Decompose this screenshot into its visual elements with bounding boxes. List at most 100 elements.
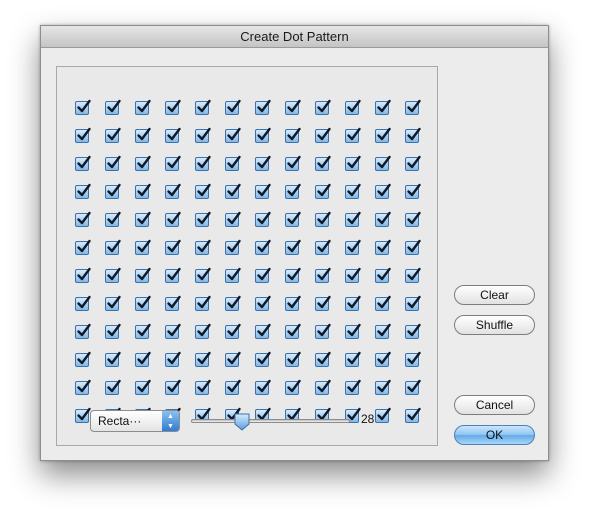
- dot-checkbox[interactable]: [315, 127, 331, 143]
- dot-checkbox[interactable]: [225, 295, 241, 311]
- dot-checkbox[interactable]: [345, 239, 361, 255]
- dot-checkbox[interactable]: [75, 323, 91, 339]
- dot-checkbox[interactable]: [255, 155, 271, 171]
- dot-checkbox[interactable]: [315, 351, 331, 367]
- dot-checkbox[interactable]: [165, 351, 181, 367]
- dot-checkbox[interactable]: [285, 379, 301, 395]
- dot-checkbox[interactable]: [105, 295, 121, 311]
- dot-checkbox[interactable]: [105, 99, 121, 115]
- dot-checkbox[interactable]: [165, 379, 181, 395]
- dot-checkbox[interactable]: [75, 407, 91, 423]
- dot-checkbox[interactable]: [195, 379, 211, 395]
- dot-checkbox[interactable]: [195, 323, 211, 339]
- dot-checkbox[interactable]: [105, 155, 121, 171]
- dot-checkbox[interactable]: [255, 239, 271, 255]
- dot-checkbox[interactable]: [405, 239, 421, 255]
- dot-checkbox[interactable]: [195, 351, 211, 367]
- dot-checkbox[interactable]: [75, 127, 91, 143]
- dot-checkbox[interactable]: [75, 99, 91, 115]
- dot-checkbox[interactable]: [75, 267, 91, 283]
- dot-checkbox[interactable]: [165, 267, 181, 283]
- dot-checkbox[interactable]: [225, 211, 241, 227]
- dot-checkbox[interactable]: [105, 183, 121, 199]
- slider-thumb-icon[interactable]: [234, 413, 250, 431]
- dot-checkbox[interactable]: [345, 127, 361, 143]
- dot-checkbox[interactable]: [255, 379, 271, 395]
- dot-checkbox[interactable]: [165, 183, 181, 199]
- dot-checkbox[interactable]: [285, 183, 301, 199]
- dot-checkbox[interactable]: [405, 351, 421, 367]
- dot-checkbox[interactable]: [135, 127, 151, 143]
- dot-checkbox[interactable]: [255, 295, 271, 311]
- dot-checkbox[interactable]: [195, 183, 211, 199]
- dot-checkbox[interactable]: [165, 239, 181, 255]
- dot-checkbox[interactable]: [75, 351, 91, 367]
- dot-checkbox[interactable]: [165, 295, 181, 311]
- dot-checkbox[interactable]: [225, 323, 241, 339]
- dot-checkbox[interactable]: [345, 267, 361, 283]
- dot-checkbox[interactable]: [225, 351, 241, 367]
- dot-checkbox[interactable]: [375, 211, 391, 227]
- size-slider[interactable]: [191, 413, 350, 431]
- dot-checkbox[interactable]: [135, 295, 151, 311]
- dot-checkbox[interactable]: [375, 407, 391, 423]
- dot-checkbox[interactable]: [375, 99, 391, 115]
- dot-checkbox[interactable]: [165, 99, 181, 115]
- dot-checkbox[interactable]: [375, 183, 391, 199]
- dot-checkbox[interactable]: [315, 239, 331, 255]
- dot-checkbox[interactable]: [285, 351, 301, 367]
- dot-checkbox[interactable]: [135, 239, 151, 255]
- dot-checkbox[interactable]: [195, 267, 211, 283]
- dot-checkbox[interactable]: [375, 267, 391, 283]
- shape-popup[interactable]: Recta··· ▲ ▼: [90, 410, 180, 432]
- dot-checkbox[interactable]: [225, 239, 241, 255]
- dot-checkbox[interactable]: [405, 99, 421, 115]
- dot-checkbox[interactable]: [285, 323, 301, 339]
- dot-checkbox[interactable]: [105, 239, 121, 255]
- dot-checkbox[interactable]: [315, 295, 331, 311]
- dot-checkbox[interactable]: [375, 155, 391, 171]
- dot-checkbox[interactable]: [345, 99, 361, 115]
- dot-checkbox[interactable]: [75, 183, 91, 199]
- dot-checkbox[interactable]: [285, 239, 301, 255]
- dot-checkbox[interactable]: [315, 323, 331, 339]
- dot-checkbox[interactable]: [225, 127, 241, 143]
- dot-checkbox[interactable]: [405, 155, 421, 171]
- dot-checkbox[interactable]: [405, 295, 421, 311]
- dot-checkbox[interactable]: [315, 99, 331, 115]
- dot-checkbox[interactable]: [285, 127, 301, 143]
- dot-checkbox[interactable]: [255, 211, 271, 227]
- dot-checkbox[interactable]: [105, 211, 121, 227]
- dot-checkbox[interactable]: [135, 183, 151, 199]
- dot-checkbox[interactable]: [315, 183, 331, 199]
- dot-checkbox[interactable]: [375, 379, 391, 395]
- dot-checkbox[interactable]: [405, 211, 421, 227]
- dot-checkbox[interactable]: [135, 211, 151, 227]
- dot-checkbox[interactable]: [225, 183, 241, 199]
- dot-checkbox[interactable]: [105, 127, 121, 143]
- dot-checkbox[interactable]: [285, 99, 301, 115]
- dot-checkbox[interactable]: [405, 407, 421, 423]
- dot-checkbox[interactable]: [135, 99, 151, 115]
- dot-checkbox[interactable]: [315, 379, 331, 395]
- ok-button[interactable]: OK: [454, 425, 535, 445]
- cancel-button[interactable]: Cancel: [454, 395, 535, 415]
- dot-checkbox[interactable]: [345, 323, 361, 339]
- dot-checkbox[interactable]: [105, 351, 121, 367]
- dot-checkbox[interactable]: [105, 323, 121, 339]
- dot-checkbox[interactable]: [285, 211, 301, 227]
- dot-checkbox[interactable]: [405, 379, 421, 395]
- dot-checkbox[interactable]: [165, 155, 181, 171]
- dot-checkbox[interactable]: [135, 379, 151, 395]
- dot-checkbox[interactable]: [195, 295, 211, 311]
- dot-checkbox[interactable]: [255, 183, 271, 199]
- dot-checkbox[interactable]: [75, 155, 91, 171]
- dot-checkbox[interactable]: [315, 155, 331, 171]
- dot-checkbox[interactable]: [105, 267, 121, 283]
- dot-checkbox[interactable]: [345, 211, 361, 227]
- dot-checkbox[interactable]: [405, 183, 421, 199]
- dot-checkbox[interactable]: [345, 295, 361, 311]
- dot-checkbox[interactable]: [375, 351, 391, 367]
- dot-checkbox[interactable]: [255, 99, 271, 115]
- dot-checkbox[interactable]: [375, 127, 391, 143]
